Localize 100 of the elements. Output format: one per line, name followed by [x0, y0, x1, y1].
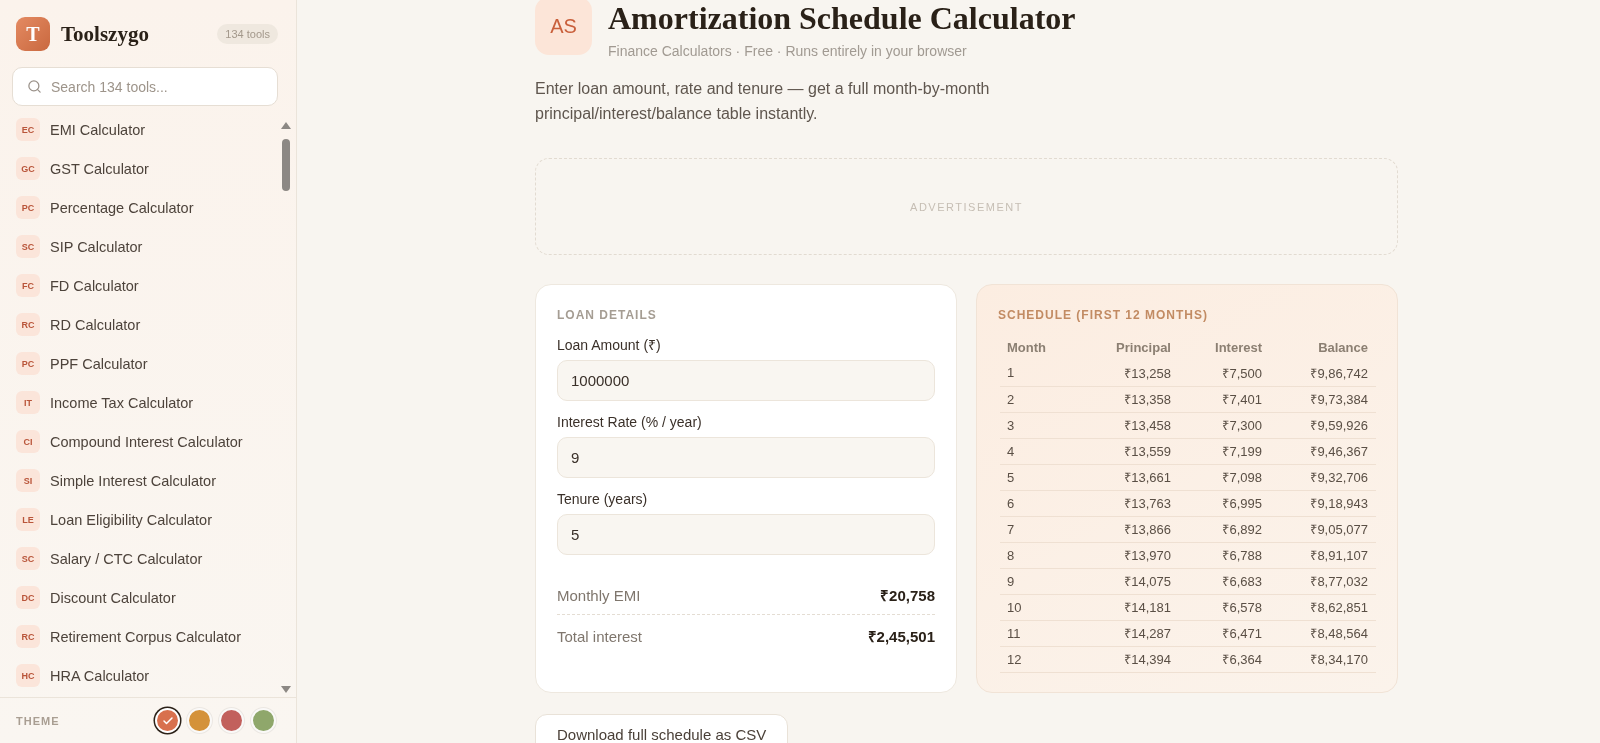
- table-cell: ₹9,73,384: [1270, 386, 1376, 412]
- logo-tile: T: [16, 17, 50, 51]
- sidebar-item-label: Retirement Corpus Calculator: [50, 628, 241, 645]
- advertisement-label: ADVERTISEMENT: [910, 200, 1023, 213]
- sidebar-item-label: Discount Calculator: [50, 589, 176, 606]
- page-description: Enter loan amount, rate and tenure — get a full month-by-month principal/interest/balance table instantly.: [535, 79, 991, 124]
- check-icon: [161, 714, 174, 727]
- table-cell: 7: [1000, 516, 1080, 542]
- tool-abbreviation-tile: RC: [16, 625, 40, 648]
- table-cell: ₹9,32,706: [1270, 464, 1376, 490]
- theme-swatch[interactable]: [189, 710, 210, 731]
- table-cell: ₹13,358: [1080, 386, 1179, 412]
- sidebar-item-label: Compound Interest Calculator: [50, 433, 243, 450]
- card-heading: SCHEDULE (FIRST 12 MONTHS): [998, 307, 1208, 323]
- table-cell: ₹8,77,032: [1270, 568, 1376, 594]
- sidebar-item[interactable]: CI Compound Interest Calculator: [0, 422, 280, 461]
- sidebar-item[interactable]: PC Percentage Calculator: [0, 188, 280, 227]
- table-cell: ₹14,287: [1080, 620, 1179, 646]
- brand-name: Toolszygo: [61, 21, 149, 47]
- input-field[interactable]: 5: [557, 514, 935, 555]
- table-cell: 12: [1000, 646, 1080, 672]
- sidebar-item[interactable]: RC Retirement Corpus Calculator: [0, 617, 280, 656]
- table-cell: 10: [1000, 594, 1080, 620]
- sidebar-item[interactable]: PC PPF Calculator: [0, 344, 280, 383]
- table-cell: ₹6,364: [1179, 646, 1270, 672]
- tool-abbreviation-tile: DC: [16, 586, 40, 609]
- tool-abbreviation-tile: PC: [16, 196, 40, 219]
- scroll-up-arrow-icon[interactable]: [281, 122, 291, 129]
- table-cell: ₹13,661: [1080, 464, 1179, 490]
- sidebar-item-label: FD Calculator: [50, 277, 139, 294]
- theme-swatch[interactable]: [253, 710, 274, 731]
- table-cell: ₹14,075: [1080, 568, 1179, 594]
- tool-abbreviation-tile: SI: [16, 469, 40, 492]
- table-cell: ₹8,48,564: [1270, 620, 1376, 646]
- table-cell: ₹8,34,170: [1270, 646, 1376, 672]
- tool-abbreviation-tile: FC: [16, 274, 40, 297]
- sidebar-item[interactable]: SC Salary / CTC Calculator: [0, 539, 280, 578]
- table-cell: ₹9,46,367: [1270, 438, 1376, 464]
- tool-abbreviation-tile: GC: [16, 157, 40, 180]
- sidebar-item[interactable]: DC Discount Calculator: [0, 578, 280, 617]
- column-header: Month: [1006, 339, 1047, 357]
- tool-abbreviation-tile: RC: [16, 313, 40, 336]
- table-cell: 1: [1000, 360, 1080, 386]
- tool-abbreviation-tile: CI: [16, 430, 40, 453]
- tool-abbreviation-tile: HC: [16, 664, 40, 687]
- table-cell: ₹6,788: [1179, 542, 1270, 568]
- column-header: Principal: [1115, 339, 1172, 357]
- table-cell: ₹13,763: [1080, 490, 1179, 516]
- tool-count-badge: 134 tools: [217, 24, 278, 44]
- theme-swatch[interactable]: [221, 710, 242, 731]
- scrollbar-thumb[interactable]: [282, 139, 290, 191]
- table-cell: ₹6,892: [1179, 516, 1270, 542]
- scroll-down-arrow-icon[interactable]: [281, 686, 291, 693]
- tool-abbreviation-tile: EC: [16, 118, 40, 141]
- field-label: Loan Amount (₹): [557, 336, 661, 355]
- sidebar-item[interactable]: HC HRA Calculator: [0, 656, 280, 695]
- table-cell: 6: [1000, 490, 1080, 516]
- table-cell: ₹14,394: [1080, 646, 1179, 672]
- tool-abbreviation-tile: IT: [16, 391, 40, 414]
- table-cell: ₹13,559: [1080, 438, 1179, 464]
- table-cell: ₹9,86,742: [1270, 360, 1376, 386]
- table-cell: ₹6,683: [1179, 568, 1270, 594]
- search-field[interactable]: Search 134 tools...: [12, 67, 278, 106]
- sidebar-item[interactable]: FC FD Calculator: [0, 266, 280, 305]
- table-cell: ₹9,18,943: [1270, 490, 1376, 516]
- sidebar-item[interactable]: SI Simple Interest Calculator: [0, 461, 280, 500]
- sidebar-item[interactable]: GC GST Calculator: [0, 149, 280, 188]
- download-csv-button[interactable]: Download full schedule as CSV: [535, 714, 789, 743]
- result-value: ₹2,45,501: [867, 627, 935, 647]
- tool-abbreviation-tile: LE: [16, 508, 40, 531]
- search-icon: [27, 79, 42, 94]
- sidebar-item[interactable]: IT Income Tax Calculator: [0, 383, 280, 422]
- table-cell: ₹7,401: [1179, 386, 1270, 412]
- sidebar-item-label: PPF Calculator: [50, 355, 148, 372]
- tool-abbreviation-tile: PC: [16, 352, 40, 375]
- table-cell: ₹6,578: [1179, 594, 1270, 620]
- theme-swatch[interactable]: [157, 710, 178, 731]
- table-cell: 5: [1000, 464, 1080, 490]
- input-field[interactable]: 9: [557, 437, 935, 478]
- sidebar-item-label: EMI Calculator: [50, 121, 146, 138]
- sidebar-item[interactable]: SC SIP Calculator: [0, 227, 280, 266]
- page-title: Amortization Schedule Calculator: [608, 0, 1076, 36]
- sidebar-item[interactable]: RC RD Calculator: [0, 305, 280, 344]
- field-label: Interest Rate (% / year): [557, 413, 702, 432]
- table-cell: ₹7,098: [1179, 464, 1270, 490]
- sidebar-item-label: SIP Calculator: [50, 238, 143, 255]
- table-cell: 2: [1000, 386, 1080, 412]
- result-label: Monthly EMI: [557, 585, 641, 606]
- sidebar-item[interactable]: EC EMI Calculator: [0, 110, 280, 149]
- sidebar-item-label: GST Calculator: [50, 160, 149, 177]
- input-field[interactable]: 1000000: [557, 360, 935, 401]
- table-cell: ₹14,181: [1080, 594, 1179, 620]
- tool-icon-tile: AS: [535, 0, 592, 55]
- tool-abbreviation-tile: SC: [16, 547, 40, 570]
- page-subtitle: Finance Calculators · Free · Runs entirely in your browser: [608, 42, 967, 61]
- table-cell: ₹8,62,851: [1270, 594, 1376, 620]
- table-cell: 11: [1000, 620, 1080, 646]
- result-value: ₹20,758: [880, 585, 935, 606]
- table-cell: ₹7,199: [1179, 438, 1270, 464]
- sidebar-item[interactable]: LE Loan Eligibility Calculator: [0, 500, 280, 539]
